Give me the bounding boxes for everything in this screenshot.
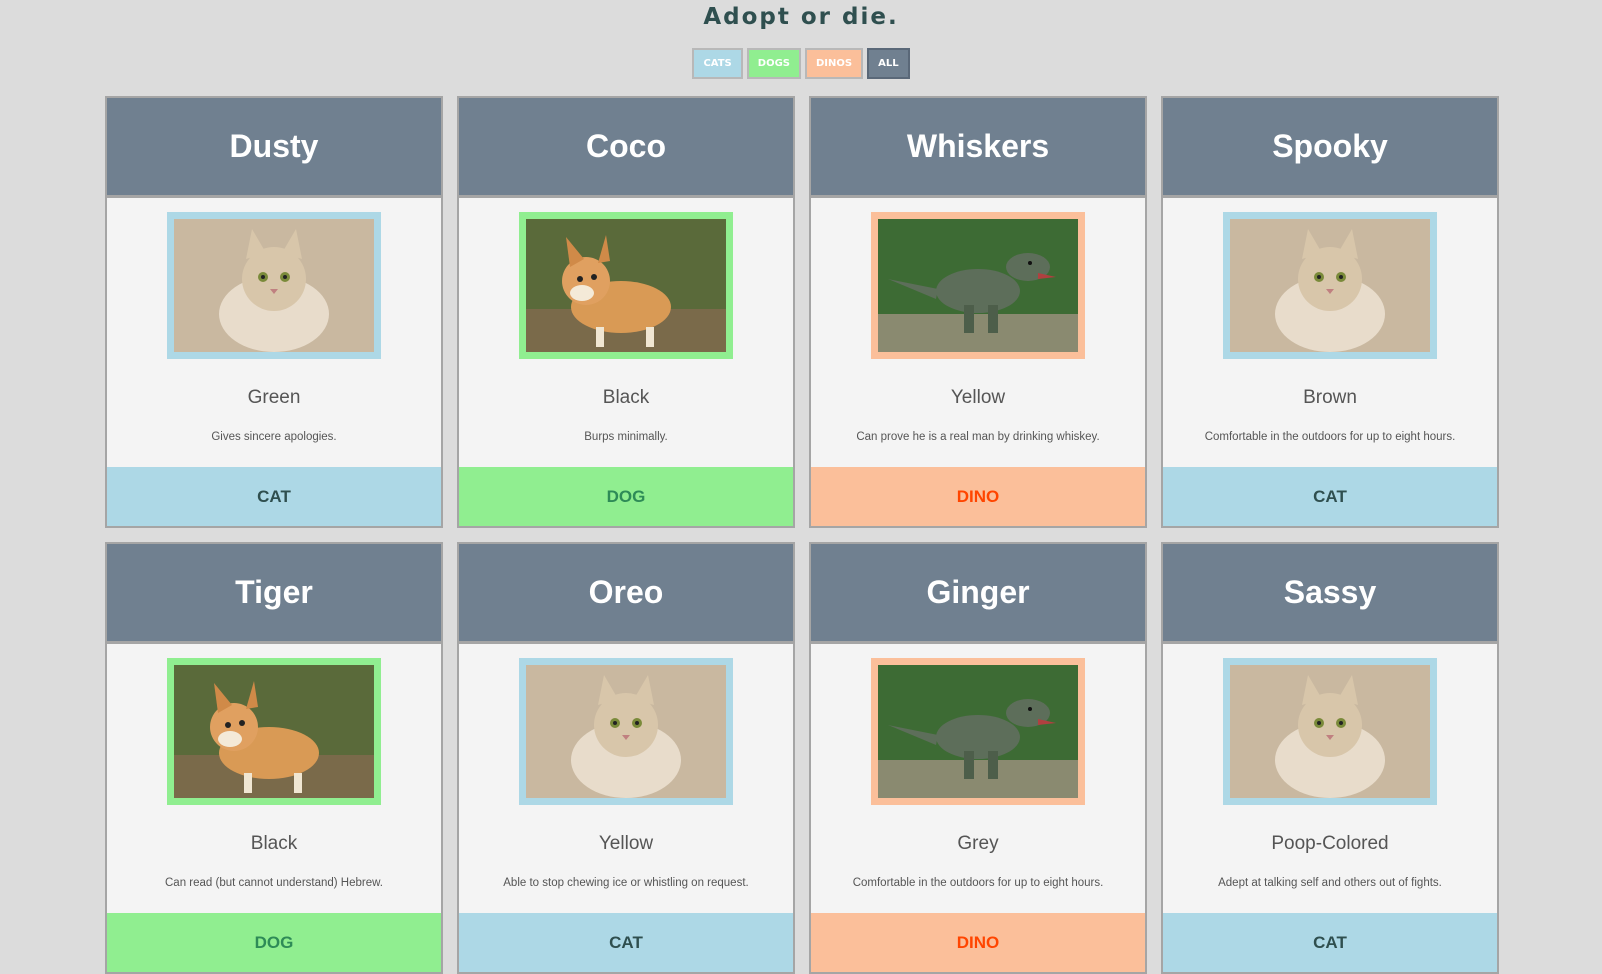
card-header: Oreo — [459, 544, 793, 644]
pet-name: Oreo — [588, 574, 664, 610]
pet-card: Tiger Black Can read (but cannot underst… — [105, 542, 443, 974]
pet-name: Dusty — [229, 128, 319, 164]
pet-card: Oreo Yellow Able to stop chewing ice or … — [457, 542, 795, 974]
filter-all-button[interactable]: ALL — [867, 48, 910, 79]
pet-description: Able to stop chewing ice or whistling on… — [503, 877, 749, 889]
card-header: Tiger — [107, 544, 441, 644]
dog-photo — [519, 212, 733, 359]
pet-grid: Dusty Green Gives sincere apologies. CAT… — [105, 96, 1499, 974]
pet-color: Green — [247, 387, 301, 408]
pet-color: Brown — [1303, 387, 1357, 408]
pet-color: Yellow — [598, 833, 654, 854]
card-header: Spooky — [1163, 98, 1497, 198]
pet-type-badge: DOG — [459, 467, 793, 526]
card-header: Sassy — [1163, 544, 1497, 644]
cat-photo — [1223, 658, 1437, 805]
pet-name: Coco — [586, 128, 666, 164]
pet-name: Spooky — [1272, 128, 1388, 164]
pet-card: Coco Black Burps minimally. DOG — [457, 96, 795, 528]
pet-description: Adept at talking self and others out of … — [1218, 877, 1442, 889]
pet-type-badge: DINO — [811, 467, 1145, 526]
filter-dogs-button[interactable]: DOGS — [746, 48, 801, 79]
cat-photo — [1223, 212, 1437, 359]
pet-description: Burps minimally. — [584, 431, 668, 443]
card-header: Ginger — [811, 544, 1145, 644]
filter-dinos-button[interactable]: DINOS — [804, 48, 864, 79]
dino-photo — [871, 212, 1085, 359]
pet-description: Comfortable in the outdoors for up to ei… — [852, 877, 1104, 889]
card-header: Dusty — [107, 98, 441, 198]
card-header: Coco — [459, 98, 793, 198]
pet-card: Spooky Brown Comfortable in the outdoors… — [1161, 96, 1499, 528]
cat-photo — [167, 212, 381, 359]
pet-color: Yellow — [950, 387, 1006, 408]
dino-photo — [871, 658, 1085, 805]
pet-color: Black — [250, 833, 298, 854]
pet-description: Can read (but cannot understand) Hebrew. — [165, 877, 383, 889]
pet-name: Whiskers — [906, 128, 1050, 164]
pet-type-badge: CAT — [107, 467, 441, 526]
pet-color: Poop-Colored — [1271, 833, 1389, 854]
page-title: Adopt or die. — [703, 4, 899, 30]
pet-description: Gives sincere apologies. — [211, 431, 337, 443]
pet-card: Dusty Green Gives sincere apologies. CAT — [105, 96, 443, 528]
pet-name: Sassy — [1283, 574, 1377, 610]
pet-name: Tiger — [235, 574, 313, 610]
cat-photo — [519, 658, 733, 805]
filter-cats-button[interactable]: CATS — [692, 48, 743, 79]
pet-type-badge: CAT — [1163, 913, 1497, 972]
pet-color: Grey — [957, 833, 999, 854]
pet-card: Ginger Grey Comfortable in the outdoors … — [809, 542, 1147, 974]
filter-bar: CATS DOGS DINOS ALL — [0, 48, 1602, 79]
pet-name: Ginger — [926, 574, 1030, 610]
pet-type-badge: DINO — [811, 913, 1145, 972]
pet-type-badge: CAT — [1163, 467, 1497, 526]
dog-photo — [167, 658, 381, 805]
pet-description: Comfortable in the outdoors for up to ei… — [1204, 431, 1456, 443]
pet-description: Can prove he is a real man by drinking w… — [856, 431, 1100, 443]
pet-type-badge: CAT — [459, 913, 793, 972]
pet-type-badge: DOG — [107, 913, 441, 972]
pet-card: Sassy Poop-Colored Adept at talking self… — [1161, 542, 1499, 974]
pet-color: Black — [602, 387, 650, 408]
card-header: Whiskers — [811, 98, 1145, 198]
pet-card: Whiskers Yellow Can prove he is a real m… — [809, 96, 1147, 528]
